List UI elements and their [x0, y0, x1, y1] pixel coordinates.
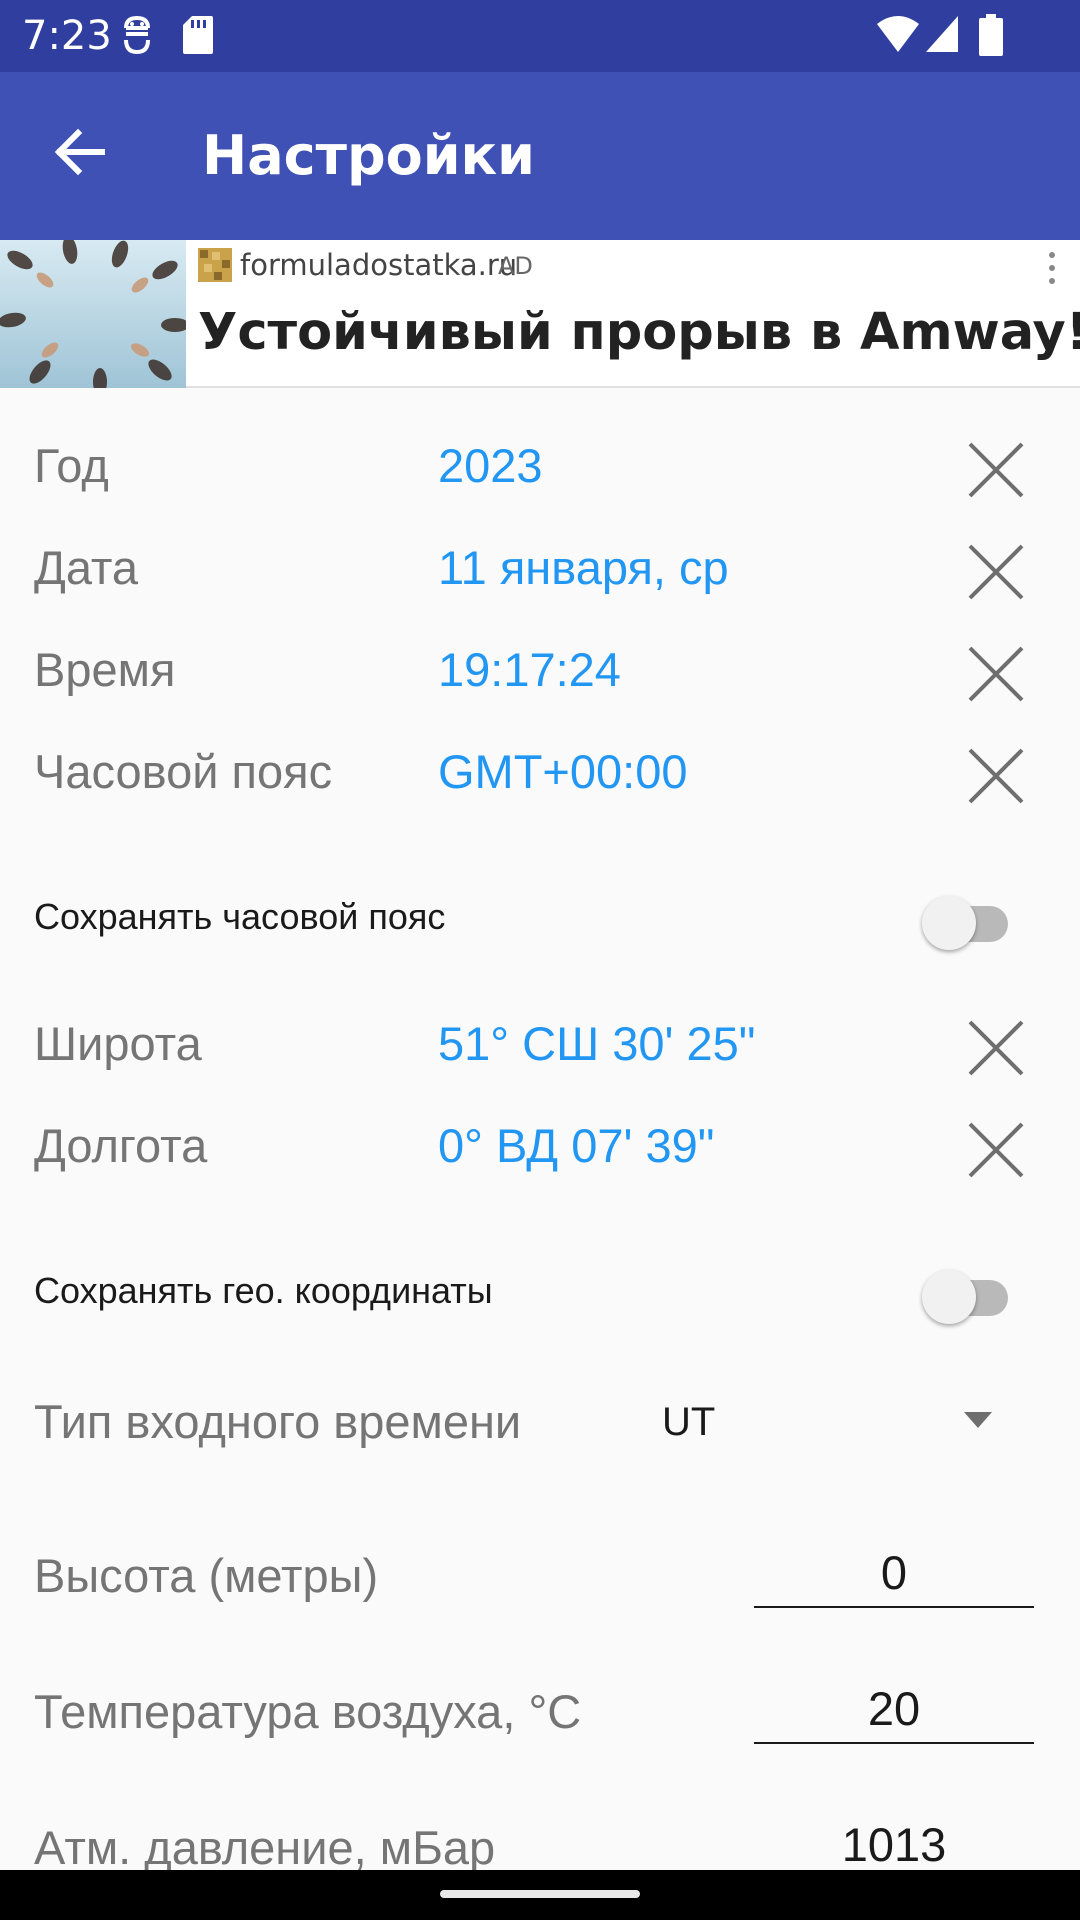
setting-year-row: Год 2023 [0, 416, 1080, 516]
dropdown-arrow-icon [964, 1412, 992, 1428]
android-debug-icon [124, 15, 150, 55]
altitude-input[interactable] [754, 1538, 1034, 1608]
clear-date-icon[interactable] [966, 542, 1026, 602]
arrow-back-icon[interactable] [50, 122, 110, 182]
ad-tag: AD [498, 252, 533, 280]
setting-date-row: Дата 11 января, ср [0, 518, 1080, 618]
clear-time-icon[interactable] [966, 644, 1026, 704]
setting-label: Дата [34, 541, 139, 594]
setting-label: Год [34, 439, 109, 492]
longitude-value[interactable]: 0° ВД 07' 39" [438, 1116, 714, 1176]
switch-thumb [922, 1270, 976, 1324]
air-temperature-row: Температура воздуха, °C [0, 1660, 1080, 1780]
pressure-label: Атм. давление, мБар [34, 1821, 496, 1870]
navigation-bar [0, 1870, 1080, 1920]
ad-banner[interactable]: formuladostatka.ru AD Устойчивый прорыв … [0, 240, 1080, 388]
save-timezone-row: Сохранять часовой пояс [0, 872, 1080, 962]
home-gesture-handle[interactable] [440, 1890, 640, 1898]
clear-year-icon[interactable] [966, 440, 1026, 500]
timezone-value[interactable]: GMT+00:00 [438, 742, 687, 802]
save-timezone-switch[interactable] [920, 886, 1020, 950]
status-bar: 7:23 [0, 0, 1080, 72]
air-temperature-label: Температура воздуха, °C [34, 1685, 582, 1738]
input-time-type-row: Тип входного времени UT [0, 1370, 1080, 1470]
setting-time-row: Время 19:17:24 [0, 620, 1080, 720]
save-geo-label: Сохранять гео. координаты [34, 1270, 493, 1311]
setting-label: Долгота [34, 1119, 208, 1172]
status-time: 7:23 [22, 13, 112, 59]
setting-label: Время [34, 643, 176, 696]
altitude-row: Высота (метры) [0, 1524, 1080, 1644]
save-geo-switch[interactable] [920, 1260, 1020, 1324]
date-value[interactable]: 11 января, ср [438, 538, 729, 598]
save-timezone-label: Сохранять часовой пояс [34, 896, 446, 937]
input-time-type-dropdown[interactable]: UT [640, 1370, 1020, 1470]
air-temperature-input[interactable] [754, 1674, 1034, 1744]
ad-favicon-icon [198, 248, 232, 282]
ad-image[interactable] [0, 240, 186, 388]
ad-headline[interactable]: Устойчивый прорыв в Amway! [198, 298, 1080, 368]
wifi-icon [877, 16, 919, 52]
input-time-type-label: Тип входного времени [34, 1395, 522, 1448]
altitude-label: Высота (метры) [34, 1549, 379, 1602]
ad-domain[interactable]: formuladostatka.ru [240, 246, 517, 284]
save-geo-row: Сохранять гео. координаты [0, 1246, 1080, 1336]
clear-latitude-icon[interactable] [966, 1018, 1026, 1078]
year-value[interactable]: 2023 [438, 436, 543, 496]
latitude-value[interactable]: 51° СШ 30' 25" [438, 1014, 755, 1074]
time-value[interactable]: 19:17:24 [438, 640, 621, 700]
setting-label: Широта [34, 1017, 202, 1070]
clear-longitude-icon[interactable] [966, 1120, 1026, 1180]
signal-icon [926, 16, 958, 52]
app-bar: Настройки [0, 72, 1080, 240]
setting-label: Часовой пояс [34, 745, 333, 798]
battery-icon [979, 14, 1003, 56]
setting-longitude-row: Долгота 0° ВД 07' 39" [0, 1096, 1080, 1196]
clear-timezone-icon[interactable] [966, 746, 1026, 806]
switch-thumb [922, 896, 976, 950]
setting-latitude-row: Широта 51° СШ 30' 25" [0, 994, 1080, 1094]
pressure-row: Атм. давление, мБар [0, 1796, 1080, 1870]
more-vert-icon[interactable] [1046, 250, 1058, 286]
page-title: Настройки [202, 124, 536, 187]
dropdown-selected-value: UT [662, 1400, 716, 1444]
sd-card-icon [183, 16, 213, 54]
pressure-input[interactable] [754, 1810, 1034, 1870]
setting-timezone-row: Часовой пояс GMT+00:00 [0, 722, 1080, 822]
